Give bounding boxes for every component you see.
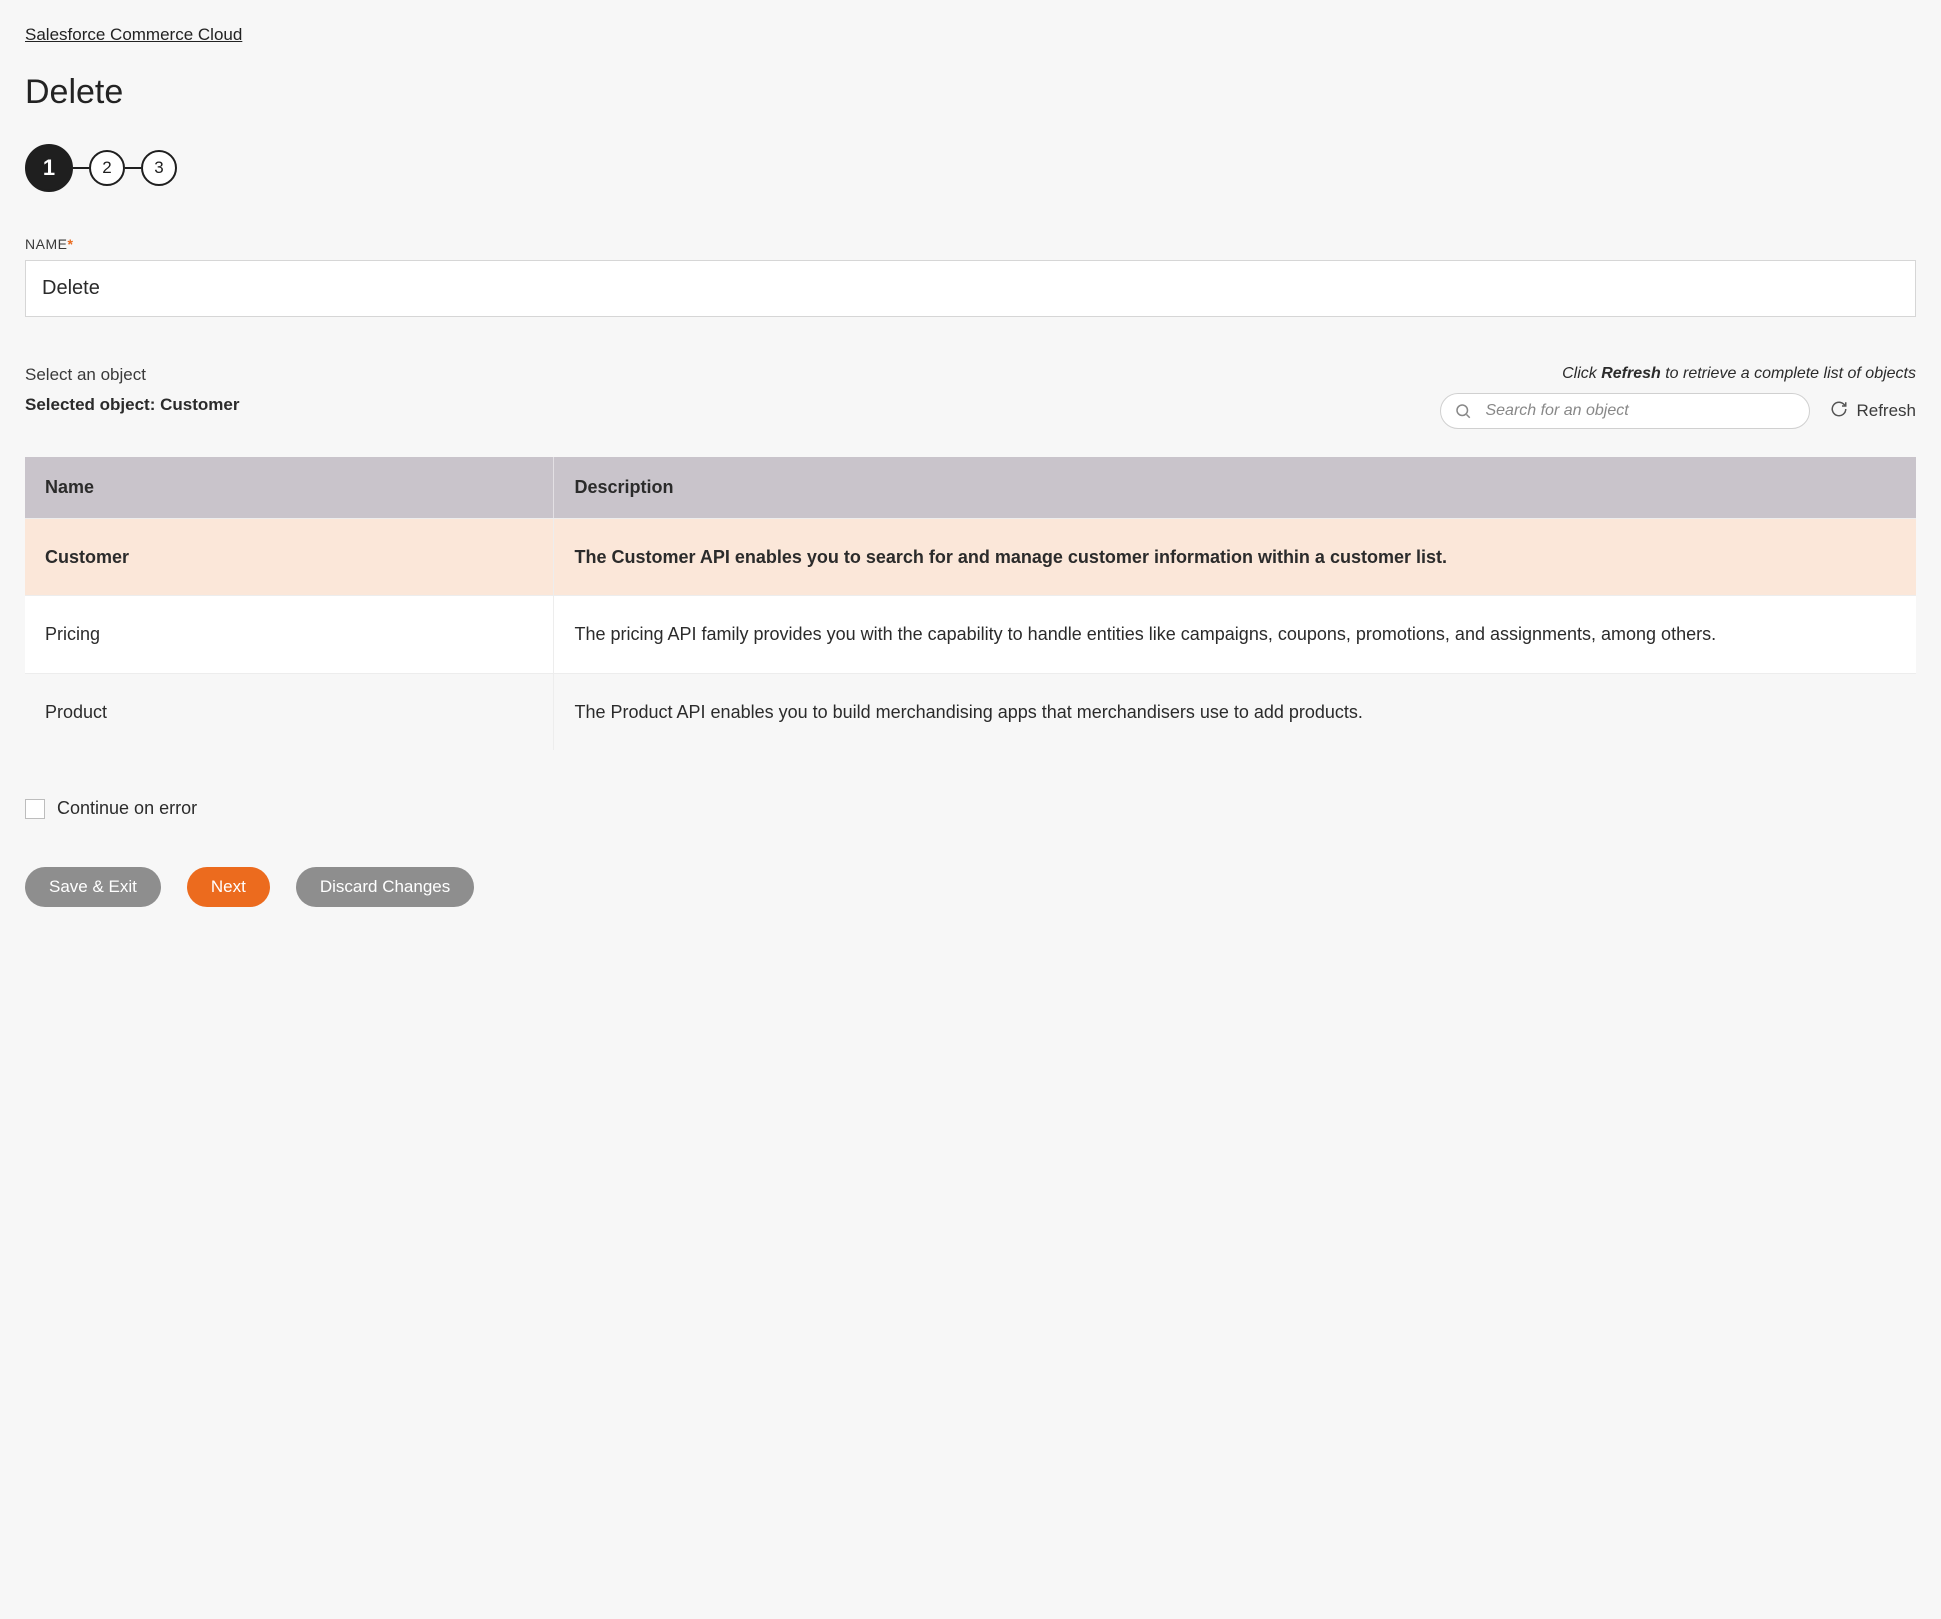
step-connector bbox=[125, 167, 141, 169]
next-button[interactable]: Next bbox=[187, 867, 270, 907]
step-3[interactable]: 3 bbox=[141, 150, 177, 186]
name-input[interactable] bbox=[25, 260, 1916, 317]
row-name: Customer bbox=[25, 518, 554, 595]
selected-object-label: Selected object: Customer bbox=[25, 395, 239, 415]
stepper: 1 2 3 bbox=[25, 144, 1916, 192]
page-title: Delete bbox=[25, 73, 1916, 112]
table-row[interactable]: Customer The Customer API enables you to… bbox=[25, 518, 1916, 595]
row-description: The Customer API enables you to search f… bbox=[554, 518, 1916, 595]
refresh-hint-post: to retrieve a complete list of objects bbox=[1661, 365, 1916, 382]
search-icon bbox=[1454, 402, 1472, 420]
refresh-icon bbox=[1830, 400, 1848, 423]
row-description: The Product API enables you to build mer… bbox=[554, 673, 1916, 750]
table-row[interactable]: Product The Product API enables you to b… bbox=[25, 673, 1916, 750]
save-exit-button[interactable]: Save & Exit bbox=[25, 867, 161, 907]
required-asterisk: * bbox=[67, 236, 73, 252]
continue-on-error-checkbox[interactable] bbox=[25, 799, 45, 819]
continue-on-error-label[interactable]: Continue on error bbox=[57, 798, 197, 819]
breadcrumb-link[interactable]: Salesforce Commerce Cloud bbox=[25, 25, 242, 44]
col-header-description: Description bbox=[554, 457, 1916, 518]
select-prompt: Select an object bbox=[25, 365, 239, 385]
objects-table: Name Description Customer The Customer A… bbox=[25, 457, 1916, 750]
selected-value: Customer bbox=[160, 395, 239, 414]
refresh-hint-bold: Refresh bbox=[1601, 365, 1661, 382]
selected-prefix: Selected object: bbox=[25, 395, 160, 414]
table-row[interactable]: Pricing The pricing API family provides … bbox=[25, 595, 1916, 672]
row-name: Pricing bbox=[25, 595, 554, 672]
row-name: Product bbox=[25, 673, 554, 750]
refresh-hint-pre: Click bbox=[1562, 365, 1601, 382]
name-field-label: NAME* bbox=[25, 236, 1916, 252]
row-description: The pricing API family provides you with… bbox=[554, 595, 1916, 672]
refresh-button[interactable]: Refresh bbox=[1830, 400, 1916, 423]
name-label-text: NAME bbox=[25, 236, 67, 252]
refresh-hint: Click Refresh to retrieve a complete lis… bbox=[1440, 365, 1916, 383]
col-header-name: Name bbox=[25, 457, 554, 518]
step-1[interactable]: 1 bbox=[25, 144, 73, 192]
object-search-box bbox=[1440, 393, 1810, 429]
object-search-input[interactable] bbox=[1440, 393, 1810, 429]
step-connector bbox=[73, 167, 89, 169]
step-2[interactable]: 2 bbox=[89, 150, 125, 186]
refresh-label: Refresh bbox=[1856, 401, 1916, 421]
discard-changes-button[interactable]: Discard Changes bbox=[296, 867, 474, 907]
